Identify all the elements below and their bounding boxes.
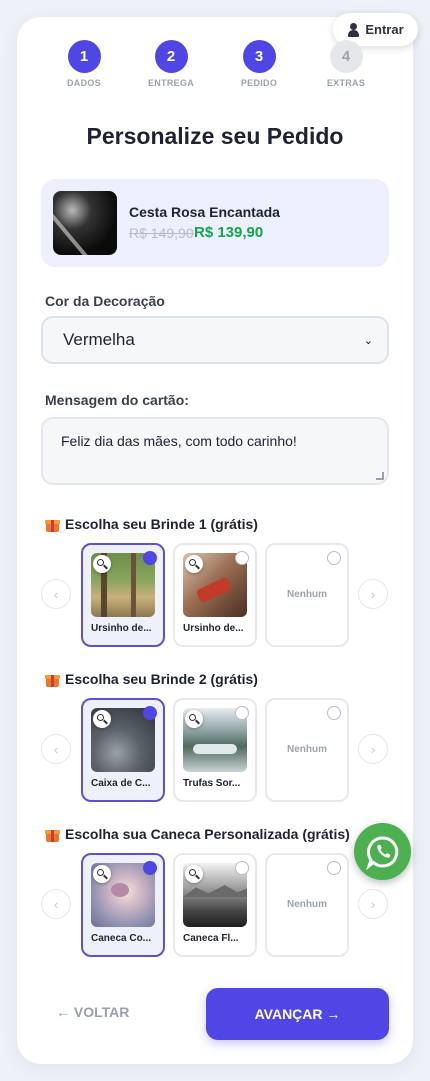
- gift-icon: [45, 672, 60, 687]
- whatsapp-icon: [365, 835, 398, 870]
- message-textarea[interactable]: Feliz dia das mães, com todo carinho!: [41, 417, 389, 485]
- step-number: 4: [329, 40, 363, 73]
- chevron-down-icon: ⌄: [363, 335, 373, 347]
- new-price: R$ 139,90: [194, 224, 264, 241]
- gift2-option-none[interactable]: Nenhum: [265, 698, 349, 802]
- message-value: Feliz dia das mães, com todo carinho!: [61, 433, 297, 449]
- product-name: Cesta Rosa Encantada: [129, 204, 280, 220]
- zoom-icon[interactable]: [93, 710, 111, 728]
- step-extras[interactable]: 4 EXTRAS: [311, 40, 381, 88]
- product-image: [53, 191, 117, 255]
- mug-option-none[interactable]: Nenhum: [265, 853, 349, 957]
- gift1-heading-text: Escolha seu Brinde 1 (grátis): [65, 516, 258, 532]
- option-radio[interactable]: [327, 861, 341, 875]
- gift2-heading: Escolha seu Brinde 2 (grátis): [45, 671, 258, 687]
- gift-icon: [45, 827, 60, 842]
- step-pedido[interactable]: 3 PEDIDO: [224, 40, 294, 88]
- step-label: PEDIDO: [240, 78, 278, 88]
- page-title: Personalize seu Pedido: [86, 123, 344, 149]
- step-label: DADOS: [66, 78, 101, 88]
- whatsapp-button[interactable]: [354, 823, 411, 880]
- decoration-label: Cor da Decoração: [45, 293, 165, 309]
- user-icon: [347, 22, 360, 37]
- option-caption: Caneca Fl...: [183, 933, 239, 944]
- gift1-next-button[interactable]: ›: [358, 579, 388, 609]
- mug-next-button[interactable]: ›: [358, 889, 388, 919]
- back-button[interactable]: ← VOLTAR: [56, 1004, 129, 1020]
- mug-option-2[interactable]: Caneca Fl...: [173, 853, 257, 957]
- none-label: Nenhum: [287, 744, 327, 755]
- option-radio[interactable]: [327, 706, 341, 720]
- step-label: EXTRAS: [326, 78, 366, 88]
- gift2-heading-text: Escolha seu Brinde 2 (grátis): [65, 671, 258, 687]
- option-radio[interactable]: [143, 861, 157, 875]
- gift1-heading: Escolha seu Brinde 1 (grátis): [45, 516, 258, 532]
- stepper: 1 DADOS 2 ENTREGA 3 PEDIDO 4 EXTRAS: [0, 40, 430, 90]
- step-dados[interactable]: 1 DADOS: [49, 40, 119, 88]
- option-radio[interactable]: [235, 706, 249, 720]
- none-label: Nenhum: [287, 899, 327, 910]
- mug-option-1[interactable]: Caneca Co...: [81, 853, 165, 957]
- option-caption: Ursinho de...: [91, 623, 152, 634]
- zoom-icon[interactable]: [185, 865, 203, 883]
- product-summary: Cesta Rosa Encantada R$ 149,90 R$ 139,90: [41, 179, 389, 267]
- login-label: Entrar: [365, 22, 404, 37]
- resize-handle-icon[interactable]: [376, 472, 384, 480]
- decoration-value: Vermelha: [63, 330, 135, 349]
- option-radio[interactable]: [143, 706, 157, 720]
- gift1-option-2[interactable]: Ursinho de...: [173, 543, 257, 647]
- step-number: 3: [242, 40, 276, 73]
- none-label: Nenhum: [287, 589, 327, 600]
- step-number: 1: [67, 40, 101, 73]
- option-caption: Trufas Sor...: [183, 778, 241, 789]
- gift1-option-1[interactable]: Ursinho de...: [81, 543, 165, 647]
- option-caption: Ursinho de...: [183, 623, 244, 634]
- option-caption: Caneca Co...: [91, 933, 152, 944]
- option-radio[interactable]: [143, 551, 157, 565]
- option-caption: Caixa de C...: [91, 778, 151, 789]
- gift-icon: [45, 517, 60, 532]
- zoom-icon[interactable]: [93, 865, 111, 883]
- mug-heading-text: Escolha sua Caneca Personalizada (grátis…: [65, 826, 350, 842]
- option-radio[interactable]: [235, 551, 249, 565]
- gift2-next-button[interactable]: ›: [358, 734, 388, 764]
- step-entrega[interactable]: 2 ENTREGA: [136, 40, 206, 88]
- zoom-icon[interactable]: [93, 555, 111, 573]
- zoom-icon[interactable]: [185, 555, 203, 573]
- mug-prev-button[interactable]: ‹: [41, 889, 71, 919]
- option-radio[interactable]: [327, 551, 341, 565]
- mug-heading: Escolha sua Caneca Personalizada (grátis…: [45, 826, 350, 842]
- step-number: 2: [154, 40, 188, 73]
- old-price: R$ 149,90: [129, 225, 194, 241]
- option-radio[interactable]: [235, 861, 249, 875]
- zoom-icon[interactable]: [185, 710, 203, 728]
- gift1-prev-button[interactable]: ‹: [41, 579, 71, 609]
- next-button[interactable]: AVANÇAR →: [206, 988, 389, 1040]
- gift2-prev-button[interactable]: ‹: [41, 734, 71, 764]
- step-label: ENTREGA: [147, 78, 195, 88]
- gift2-option-2[interactable]: Trufas Sor...: [173, 698, 257, 802]
- decoration-select[interactable]: Vermelha ⌄: [41, 316, 389, 364]
- gift1-option-none[interactable]: Nenhum: [265, 543, 349, 647]
- message-label: Mensagem do cartão:: [45, 392, 189, 408]
- gift2-option-1[interactable]: Caixa de C...: [81, 698, 165, 802]
